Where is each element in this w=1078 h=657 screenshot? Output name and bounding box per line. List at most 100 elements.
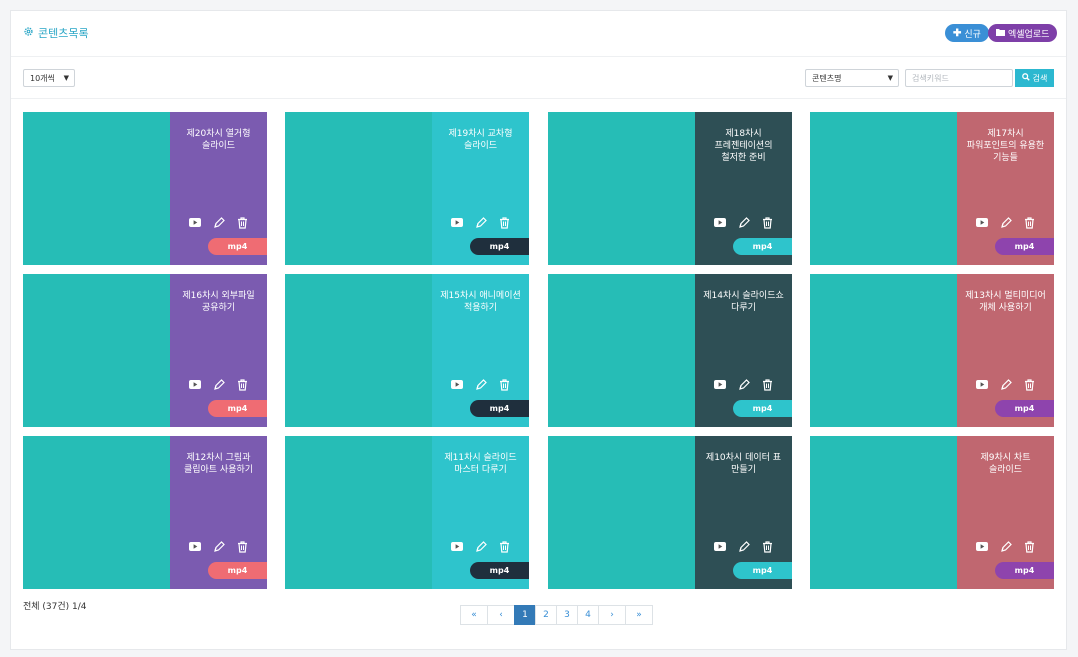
prev-page-button[interactable]: ‹ <box>487 605 515 625</box>
new-button[interactable]: ✚ 신규 <box>945 24 989 42</box>
content-card[interactable]: 제9차시 차트 슬라이드 mp4 <box>810 436 1054 589</box>
search-icon <box>1021 73 1030 83</box>
trash-icon[interactable] <box>760 540 775 553</box>
card-actions <box>695 378 792 391</box>
card-actions <box>170 216 267 229</box>
trash-icon[interactable] <box>497 216 512 229</box>
content-card[interactable]: 제16차시 외부파일 공유하기 mp4 <box>23 274 267 427</box>
pencil-icon[interactable] <box>998 378 1013 391</box>
page-size-select[interactable]: 10개씩 ▼ <box>23 69 75 87</box>
page-button[interactable]: 4 <box>577 605 599 625</box>
trash-icon[interactable] <box>497 378 512 391</box>
youtube-play-icon[interactable] <box>712 216 727 229</box>
card-title: 제11차시 슬라이드 마스터 다루기 <box>444 453 517 475</box>
content-card[interactable]: 제12차시 그림과 클립아트 사용하기 mp4 <box>23 436 267 589</box>
youtube-play-icon[interactable] <box>449 540 464 553</box>
card-title: 제13차시 멀티미디어 개체 사용하기 <box>965 291 1046 313</box>
trash-icon[interactable] <box>235 216 250 229</box>
pencil-icon[interactable] <box>736 540 751 553</box>
card-info-panel: 제11차시 슬라이드 마스터 다루기 mp4 <box>432 436 529 589</box>
trash-icon[interactable] <box>1022 378 1037 391</box>
youtube-play-icon[interactable] <box>187 216 202 229</box>
first-page-button[interactable]: « <box>460 605 488 625</box>
card-actions <box>957 378 1054 391</box>
page-button[interactable]: 3 <box>556 605 578 625</box>
pencil-icon[interactable] <box>736 378 751 391</box>
youtube-play-icon[interactable] <box>449 216 464 229</box>
trash-icon[interactable] <box>760 378 775 391</box>
card-title: 제12차시 그림과 클립아트 사용하기 <box>183 453 254 475</box>
pencil-icon[interactable] <box>211 378 226 391</box>
trash-icon[interactable] <box>1022 216 1037 229</box>
content-card[interactable]: 제14차시 슬라이드쇼 다루기 mp4 <box>548 274 792 427</box>
content-card[interactable]: 제10차시 데이터 표 만들기 mp4 <box>548 436 792 589</box>
pagination: « ‹ 1 2 3 4 › » <box>460 605 653 625</box>
file-type-badge: mp4 <box>470 238 529 255</box>
card-actions <box>957 216 1054 229</box>
pencil-icon[interactable] <box>473 540 488 553</box>
search-field-value: 콘텐츠명 <box>812 73 842 83</box>
pencil-icon[interactable] <box>211 216 226 229</box>
youtube-play-icon[interactable] <box>449 378 464 391</box>
content-card[interactable]: 제17차시 파워포인트의 유용한 기능들 mp4 <box>810 112 1054 265</box>
card-title: 제15차시 애니메이션 적용하기 <box>440 291 521 313</box>
content-card[interactable]: 제11차시 슬라이드 마스터 다루기 mp4 <box>285 436 529 589</box>
card-actions <box>432 378 529 391</box>
search-button[interactable]: 검색 <box>1015 69 1054 87</box>
card-info-panel: 제15차시 애니메이션 적용하기 mp4 <box>432 274 529 427</box>
search-field-select[interactable]: 콘텐츠명 ▼ <box>805 69 899 87</box>
pencil-icon[interactable] <box>473 378 488 391</box>
card-actions <box>957 540 1054 553</box>
youtube-play-icon[interactable] <box>974 378 989 391</box>
trash-icon[interactable] <box>760 216 775 229</box>
file-type-badge: mp4 <box>208 238 267 255</box>
trash-icon[interactable] <box>1022 540 1037 553</box>
pencil-icon[interactable] <box>736 216 751 229</box>
youtube-play-icon[interactable] <box>712 378 727 391</box>
youtube-play-icon[interactable] <box>712 540 727 553</box>
card-info-panel: 제9차시 차트 슬라이드 mp4 <box>957 436 1054 589</box>
trash-icon[interactable] <box>235 378 250 391</box>
content-card[interactable]: 제19차시 교차형 슬라이드 mp4 <box>285 112 529 265</box>
search-placeholder: 검색키워드 <box>912 73 949 83</box>
pencil-icon[interactable] <box>998 540 1013 553</box>
file-type-badge: mp4 <box>733 400 792 417</box>
excel-upload-button[interactable]: 엑셀업로드 <box>988 24 1058 42</box>
trash-icon[interactable] <box>235 540 250 553</box>
youtube-play-icon[interactable] <box>974 540 989 553</box>
pencil-icon[interactable] <box>473 216 488 229</box>
file-type-badge: mp4 <box>995 400 1054 417</box>
page-button[interactable]: 1 <box>514 605 536 625</box>
youtube-play-icon[interactable] <box>187 540 202 553</box>
card-title: 제16차시 외부파일 공유하기 <box>182 291 255 313</box>
card-actions <box>432 216 529 229</box>
last-page-button[interactable]: » <box>625 605 653 625</box>
content-card[interactable]: 제13차시 멀티미디어 개체 사용하기 mp4 <box>810 274 1054 427</box>
card-info-panel: 제20차시 열거형 슬라이드 mp4 <box>170 112 267 265</box>
youtube-play-icon[interactable] <box>187 378 202 391</box>
card-actions <box>695 216 792 229</box>
card-actions <box>170 540 267 553</box>
search-input[interactable]: 검색키워드 <box>905 69 1013 87</box>
new-button-label: 신규 <box>964 28 981 39</box>
card-actions <box>695 540 792 553</box>
next-page-button[interactable]: › <box>598 605 626 625</box>
page-button[interactable]: 2 <box>535 605 557 625</box>
total-count: 전체 (37건) 1/4 <box>23 602 87 612</box>
pencil-icon[interactable] <box>998 216 1013 229</box>
card-title: 제14차시 슬라이드쇼 다루기 <box>703 291 784 313</box>
card-info-panel: 제18차시 프레젠테이션의 철저한 준비 mp4 <box>695 112 792 265</box>
pencil-icon[interactable] <box>211 540 226 553</box>
card-title: 제10차시 데이터 표 만들기 <box>705 453 782 475</box>
youtube-play-icon[interactable] <box>974 216 989 229</box>
content-card[interactable]: 제18차시 프레젠테이션의 철저한 준비 mp4 <box>548 112 792 265</box>
content-card[interactable]: 제15차시 애니메이션 적용하기 mp4 <box>285 274 529 427</box>
card-actions <box>432 540 529 553</box>
card-title: 제18차시 프레젠테이션의 철저한 준비 <box>714 129 773 163</box>
card-title: 제9차시 차트 슬라이드 <box>980 453 1031 475</box>
content-card[interactable]: 제20차시 열거형 슬라이드 mp4 <box>23 112 267 265</box>
trash-icon[interactable] <box>497 540 512 553</box>
folder-icon <box>996 28 1005 38</box>
file-type-badge: mp4 <box>470 562 529 579</box>
card-info-panel: 제16차시 외부파일 공유하기 mp4 <box>170 274 267 427</box>
